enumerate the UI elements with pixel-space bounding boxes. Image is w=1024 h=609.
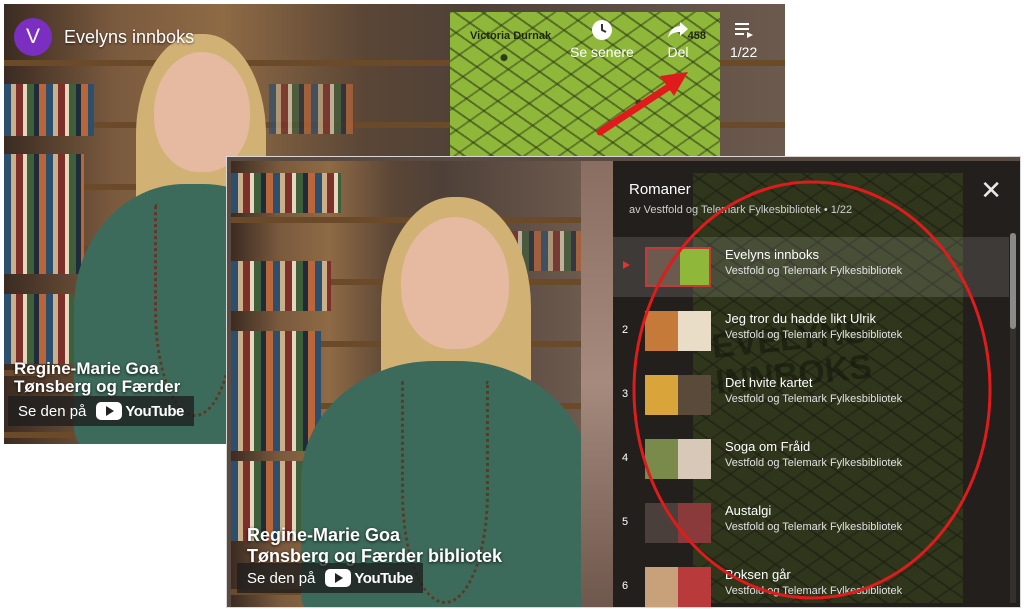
- playlist-header: Romaner av Vestfold og Telemark Fylkesbi…: [629, 181, 852, 216]
- youtube-play-icon: [325, 569, 352, 587]
- playlist-item[interactable]: 5 Austalgi Vestfold og Telemark Fylkesbi…: [613, 493, 1009, 553]
- person-face: [154, 52, 250, 172]
- video-frame[interactable]: Regine-Marie Goa Tønsberg og Færder bibl…: [231, 161, 581, 607]
- channel-name: Vestfold og Telemark Fylkesbibliotek: [725, 393, 903, 405]
- thumbnail-author: Victoria Durnak: [470, 30, 552, 42]
- close-icon[interactable]: ✕: [980, 177, 1002, 203]
- watch-on-youtube-button[interactable]: Se den på YouTube: [237, 563, 423, 593]
- lower-third-caption: Regine-Marie Goa Tønsberg og Færder: [14, 360, 180, 396]
- playlist-queue-button[interactable]: 1/22: [730, 18, 757, 60]
- video-thumbnail: [645, 375, 711, 415]
- video-thumbnail: [645, 567, 711, 607]
- channel-name: Vestfold og Telemark Fylkesbibliotek: [725, 265, 903, 277]
- now-playing-icon: [623, 261, 630, 269]
- share-icon: [666, 18, 690, 44]
- channel-name: Vestfold og Telemark Fylkesbibliotek: [725, 329, 903, 341]
- video-thumbnail: [645, 311, 711, 351]
- queue-icon: [730, 18, 757, 44]
- watch-later-button[interactable]: Se senere: [570, 18, 634, 60]
- video-title-row: V Evelyns innboks: [14, 18, 194, 56]
- item-index: 5: [622, 516, 629, 528]
- video-title: Soga om Fråid: [725, 439, 811, 454]
- youtube-play-icon: [96, 402, 123, 420]
- playlist-item[interactable]: 3 Det hvite kartet Vestfold og Telemark …: [613, 365, 1009, 425]
- lower-third-caption: Regine-Marie Goa Tønsberg og Færder bibl…: [247, 525, 502, 567]
- playlist-panel: EVELYNS INNBOKS F7458 Romaner av Vestfol…: [613, 161, 1020, 607]
- person-face: [401, 217, 509, 349]
- playlist-title[interactable]: Romaner: [629, 181, 852, 198]
- scrollbar-thumb[interactable]: [1010, 233, 1016, 329]
- caption-library: Tønsberg og Færder: [14, 377, 181, 396]
- youtube-logo: YouTube: [96, 402, 184, 420]
- youtube-wordmark: YouTube: [354, 569, 413, 587]
- books: [231, 331, 321, 451]
- item-index: 3: [622, 388, 629, 400]
- books: [269, 84, 354, 134]
- playlist-item[interactable]: Evelyns innboks Vestfold og Telemark Fyl…: [613, 237, 1009, 297]
- playlist-item[interactable]: 4 Soga om Fråid Vestfold og Telemark Fyl…: [613, 429, 1009, 489]
- video-title: Austalgi: [725, 503, 772, 518]
- video-title: Jeg tror du hadde likt Ulrik: [725, 311, 877, 326]
- video-thumbnail: [645, 503, 711, 543]
- background-number: F7458: [897, 181, 929, 193]
- item-index: 4: [622, 452, 629, 464]
- youtube-wordmark: YouTube: [125, 402, 184, 420]
- channel-name: Vestfold og Telemark Fylkesbibliotek: [725, 585, 903, 597]
- front-video-player[interactable]: Regine-Marie Goa Tønsberg og Færder bibl…: [227, 157, 1020, 607]
- caption-name: Regine-Marie Goa: [14, 359, 159, 378]
- books: [4, 84, 94, 136]
- books: [231, 173, 341, 213]
- video-thumbnail: [645, 439, 711, 479]
- video-background-strip: [581, 161, 613, 607]
- caption-name: Regine-Marie Goa: [247, 525, 401, 545]
- channel-name: Vestfold og Telemark Fylkesbibliotek: [725, 521, 903, 533]
- item-index: 2: [622, 324, 629, 336]
- watch-later-label: Se senere: [570, 44, 634, 60]
- channel-name: Vestfold og Telemark Fylkesbibliotek: [725, 457, 903, 469]
- youtube-logo: YouTube: [325, 569, 413, 587]
- queue-position: 1/22: [730, 44, 758, 60]
- share-button[interactable]: Del: [666, 18, 690, 60]
- books: [4, 154, 84, 274]
- item-index: 6: [622, 580, 629, 592]
- share-label: Del: [667, 44, 689, 60]
- channel-avatar[interactable]: V: [14, 18, 52, 56]
- books: [4, 294, 74, 364]
- watch-on-youtube-button[interactable]: Se den på YouTube: [8, 396, 194, 426]
- watch-on-label: Se den på: [247, 569, 316, 587]
- video-title: Evelyns innboks: [725, 247, 819, 262]
- video-title: Boksen går: [725, 567, 791, 582]
- watch-on-label: Se den på: [18, 402, 87, 420]
- video-title[interactable]: Evelyns innboks: [64, 27, 194, 48]
- clock-icon: [570, 18, 634, 44]
- playlist-item[interactable]: 6 Boksen går Vestfold og Telemark Fylkes…: [613, 557, 1009, 607]
- video-title: Det hvite kartet: [725, 375, 813, 390]
- books: [231, 261, 331, 311]
- video-thumbnail: [645, 247, 711, 287]
- playlist-subtitle: av Vestfold og Telemark Fylkesbibliotek …: [629, 204, 853, 216]
- thumbnail-number: 458: [687, 30, 706, 42]
- playlist-item[interactable]: 2 Jeg tror du hadde likt Ulrik Vestfold …: [613, 301, 1009, 361]
